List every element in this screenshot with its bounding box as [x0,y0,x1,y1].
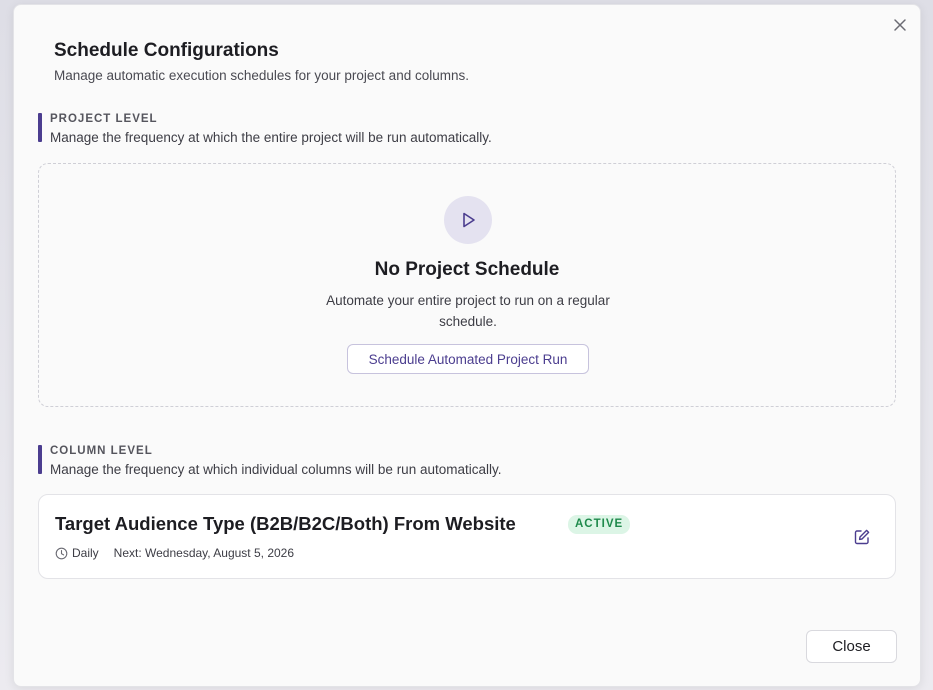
section-accent-bar [38,113,42,142]
play-icon [444,196,492,244]
column-level-label: COLUMN LEVEL [50,445,153,457]
close-icon[interactable] [892,17,908,33]
clock-icon [55,547,68,560]
schedule-meta: Daily Next: Wednesday, August 5, 2026 [55,546,294,560]
section-accent-bar [38,445,42,474]
empty-state-description: Automate your entire project to run on a… [326,293,610,329]
schedule-configurations-dialog: Schedule Configurations Manage automatic… [13,4,921,687]
dialog-title: Schedule Configurations [54,40,279,61]
project-level-description: Manage the frequency at which the entire… [50,130,492,145]
project-level-label: PROJECT LEVEL [50,113,158,125]
next-run-label: Next: Wednesday, August 5, 2026 [113,546,295,560]
dialog-subtitle: Manage automatic execution schedules for… [54,68,469,83]
close-button[interactable]: Close [806,630,897,663]
column-name: Target Audience Type (B2B/B2C/Both) From… [55,513,516,534]
frequency-label: Daily [72,546,99,560]
edit-icon[interactable] [853,528,871,546]
project-schedule-empty-state: No Project Schedule Automate your entire… [38,163,896,407]
column-schedule-card: Target Audience Type (B2B/B2C/Both) From… [38,494,896,579]
status-badge: ACTIVE [568,515,631,534]
column-level-description: Manage the frequency at which individual… [50,462,502,477]
empty-state-title: No Project Schedule [374,259,560,280]
schedule-automated-project-run-button[interactable]: Schedule Automated Project Run [347,344,589,374]
